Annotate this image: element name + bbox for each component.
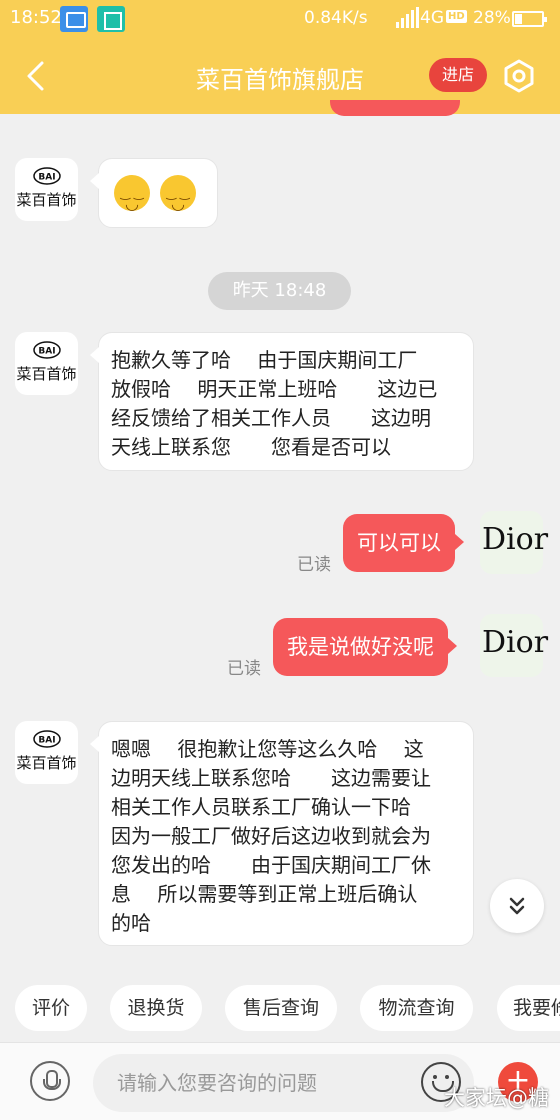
message-line: 相关工作人员联系工厂确认一下哈 (111, 795, 411, 819)
message-line: 嗯嗯 很抱歉让您等这么久哈 这 (111, 737, 424, 761)
message-line: 您发出的哈 由于国庆期间工厂休 (111, 853, 431, 877)
quick-reply-return[interactable]: 退换货 (110, 985, 202, 1031)
timestamp: 昨天 18:48 (208, 272, 351, 310)
nav-bar: 菜百首饰旗舰店 进店 (0, 38, 560, 114)
shop-avatar[interactable]: BAI 菜百首饰 (15, 721, 78, 784)
message-notification-icon (60, 6, 88, 32)
message-line: 放假哈 明天正常上班哈 这边已 (111, 377, 438, 401)
message-bubble-incoming: 抱歉久等了哈 由于国庆期间工厂 放假哈 明天正常上班哈 这边已 经反馈给了相关工… (90, 332, 474, 471)
svg-text:BAI: BAI (38, 736, 55, 746)
smiling-face-icon (160, 175, 196, 218)
user-avatar[interactable]: Dior (480, 511, 548, 574)
quick-reply-aftersales[interactable]: 售后查询 (225, 985, 337, 1031)
svg-text:BAI: BAI (38, 173, 55, 183)
shop-logo: BAI (33, 730, 61, 748)
message-line: 息 所以需要等到正常上班后确认 (111, 882, 418, 906)
enter-store-button[interactable]: 进店 (429, 58, 487, 92)
status-bar: 18:52 0.84K/s 4G HD 28% (0, 0, 560, 38)
message-line: 经反馈给了相关工作人员 这边明 (111, 406, 431, 430)
shop-logo: BAI (33, 341, 61, 359)
message-line: 天线上联系您 您看是否可以 (111, 435, 391, 459)
battery-icon (512, 11, 547, 27)
message-bubble-incoming: 嗯嗯 很抱歉让您等这么久哈 这 边明天线上联系您哈 这边需要让 相关工作人员联系… (90, 721, 474, 946)
shop-logo: BAI (33, 167, 61, 185)
status-time: 18:52 (10, 7, 62, 28)
message-line: 的哈 (111, 911, 151, 935)
shop-avatar[interactable]: BAI 菜百首饰 (15, 158, 78, 221)
user-avatar[interactable]: Dior (480, 614, 548, 677)
message-input[interactable]: 请输入您要咨询的问题 (93, 1054, 474, 1112)
message-line: 抱歉久等了哈 由于国庆期间工厂 (111, 348, 418, 372)
microphone-icon[interactable] (30, 1061, 70, 1101)
message-bubble-incoming (90, 158, 218, 228)
quick-reply-repair[interactable]: 我要修 (497, 985, 560, 1031)
quick-reply-review[interactable]: 评价 (15, 985, 87, 1031)
battery-percent: 28% (473, 8, 511, 28)
settings-icon[interactable] (501, 58, 537, 94)
network-type: 4G (420, 8, 444, 28)
message-line: 边明天线上联系您哈 这边需要让 (111, 766, 431, 790)
scroll-to-bottom-button[interactable] (490, 879, 544, 933)
message-bubble-outgoing: 我是说做好没呢 (273, 618, 457, 676)
message-bubble-outgoing: 可以可以 (343, 514, 464, 572)
read-status: 已读 (227, 659, 261, 679)
shop-avatar-label: 菜百首饰 (16, 754, 77, 772)
shop-avatar-label: 菜百首饰 (16, 365, 77, 383)
shop-avatar-label: 菜百首饰 (16, 191, 77, 209)
svg-text:BAI: BAI (38, 347, 55, 357)
quick-reply-bar: 评价 退换货 售后查询 物流查询 我要修 (0, 980, 560, 1038)
previous-message-bubble (330, 100, 460, 116)
read-status: 已读 (297, 555, 331, 575)
watermark: 大家坛@糖 (444, 1086, 549, 1110)
network-speed: 0.84K/s (304, 8, 368, 28)
shop-avatar[interactable]: BAI 菜百首饰 (15, 332, 78, 395)
hd-badge: HD (446, 10, 467, 23)
quick-reply-logistics[interactable]: 物流查询 (360, 985, 473, 1031)
signal-icon (396, 7, 419, 28)
message-line: 因为一般工厂做好后这边收到就会为 (111, 824, 431, 848)
double-chevron-down-icon (509, 897, 525, 915)
smiling-face-icon (114, 175, 150, 218)
scan-notification-icon (97, 6, 125, 32)
